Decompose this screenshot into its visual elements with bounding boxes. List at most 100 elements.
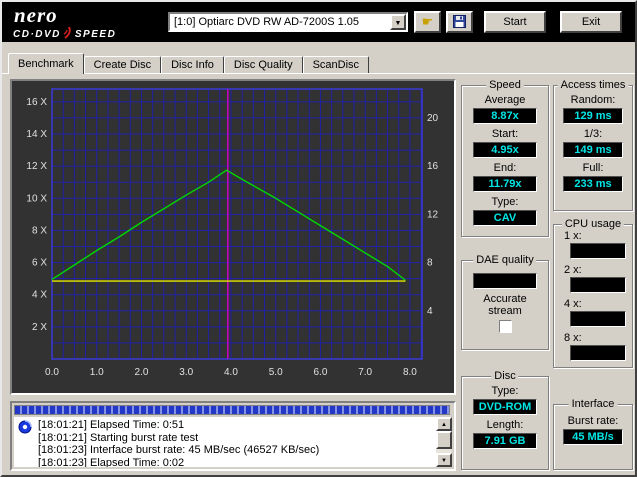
- end-speed-display: 11.79x: [473, 176, 537, 192]
- cpu-row-label-0: 1 x:: [564, 230, 582, 242]
- drive-select-value: [1:0] Optiarc DVD RW AD-7200S 1.05: [174, 16, 360, 28]
- burst-rate-label: Burst rate:: [567, 415, 619, 427]
- app-window: nero CD·DVD SPEED [1:0] Optiarc DVD RW A…: [0, 0, 637, 477]
- average-speed-label: Average: [484, 94, 526, 106]
- cpu-row-display-3: [570, 345, 626, 361]
- log-area: [18:01:21] Elapsed Time: 0:51 [18:01:21] …: [10, 401, 456, 471]
- speed-type-label: Type:: [491, 196, 519, 208]
- log-line-2: [18:01:23] Interface burst rate: 45 MB/s…: [38, 444, 320, 456]
- random-access-display: 129 ms: [563, 108, 623, 124]
- svg-text:6.0: 6.0: [313, 367, 327, 378]
- full-access-label: Full:: [582, 162, 604, 174]
- cpu-usage-title: CPU usage: [561, 218, 625, 230]
- svg-text:8 X: 8 X: [32, 225, 47, 236]
- scroll-thumb[interactable]: [436, 431, 452, 449]
- cddvd-speed-logo: CD·DVD SPEED: [13, 26, 116, 42]
- log-line-1: [18:01:21] Starting burst rate test: [38, 431, 199, 444]
- svg-text:12 X: 12 X: [26, 161, 47, 172]
- interface-panel: Interface Burst rate: 45 MB/s: [553, 398, 633, 470]
- cpu-usage-rows: 1 x: 2 x: 4 x: 8 x:: [554, 230, 632, 361]
- svg-text:0.0: 0.0: [45, 367, 59, 378]
- exit-button[interactable]: Exit: [560, 11, 622, 33]
- tab-disc-quality[interactable]: Disc Quality: [223, 56, 303, 74]
- disc-panel: Disc Type: DVD-ROM Length: 7.91 GB: [461, 370, 549, 470]
- svg-text:3.0: 3.0: [179, 367, 193, 378]
- scroll-up-icon[interactable]: ▲: [436, 417, 452, 431]
- tab-create-disc[interactable]: Create Disc: [83, 56, 162, 74]
- disc-length-display: 7.91 GB: [473, 433, 537, 449]
- random-access-label: Random:: [570, 94, 616, 106]
- accurate-stream-label: Accurate stream: [483, 293, 527, 317]
- access-times-panel: Access times Random: 129 ms 1/3: 149 ms …: [553, 79, 633, 211]
- log-line-3: [18:01:23] Elapsed Time: 0:02: [38, 456, 185, 468]
- test-hand-button[interactable]: ☛: [414, 11, 441, 33]
- end-speed-label: End:: [493, 162, 517, 174]
- cpu-row-display-0: [570, 243, 626, 259]
- average-speed-display: 8.87x: [473, 108, 537, 124]
- svg-text:16 X: 16 X: [26, 97, 47, 108]
- logo-flame-icon: [63, 26, 73, 42]
- dae-quality-title: DAE quality: [473, 254, 537, 266]
- benchmark-chart: 2 X 4 X 6 X 8 X 10 X 12 X 14 X 16 X 4 8 12 16 20 0.0 1…: [12, 81, 454, 393]
- disc-type-label: Type:: [491, 385, 519, 397]
- svg-text:4 X: 4 X: [32, 290, 47, 301]
- cd-speed-log-icon: [18, 420, 32, 439]
- save-button[interactable]: [446, 11, 473, 33]
- svg-text:8.0: 8.0: [403, 367, 417, 378]
- svg-text:2 X: 2 X: [32, 322, 47, 333]
- benchmark-chart-frame: 2 X 4 X 6 X 8 X 10 X 12 X 14 X 16 X 4 8 12 16 20 0.0 1…: [10, 79, 456, 395]
- speed-panel: Speed Average 8.87x Start: 4.95x End: 11…: [461, 79, 549, 237]
- svg-text:4: 4: [427, 306, 433, 317]
- dae-quality-display: [473, 273, 537, 289]
- dae-quality-panel: DAE quality Accurate stream: [461, 254, 549, 350]
- svg-text:4.0: 4.0: [224, 367, 238, 378]
- speed-panel-title: Speed: [486, 79, 524, 91]
- logo-cd-dvd-text: CD·DVD: [13, 28, 61, 40]
- tab-benchmark[interactable]: Benchmark: [8, 53, 84, 74]
- log-list: [18:01:21] Elapsed Time: 0:51 [18:01:21] …: [14, 417, 436, 467]
- progress-bar: [14, 405, 450, 415]
- tab-disc-info[interactable]: Disc Info: [161, 56, 224, 74]
- interface-title: Interface: [568, 398, 618, 410]
- log-scrollbar[interactable]: ▲ ▼: [436, 417, 452, 467]
- accurate-stream-checkbox[interactable]: [498, 320, 512, 333]
- tab-panel-edge: [2, 73, 635, 75]
- start-speed-label: Start:: [491, 128, 519, 140]
- svg-text:5.0: 5.0: [269, 367, 283, 378]
- svg-text:14 X: 14 X: [26, 129, 47, 140]
- svg-text:12: 12: [427, 209, 439, 220]
- log-lines: [18:01:21] Elapsed Time: 0:51 [18:01:21] …: [14, 417, 436, 467]
- nero-logo: nero: [14, 3, 58, 27]
- burst-rate-display: 45 MB/s: [563, 429, 623, 445]
- cpu-row-label-3: 8 x:: [564, 332, 582, 344]
- logo-speed-text: SPEED: [74, 28, 117, 40]
- svg-text:6 X: 6 X: [32, 258, 47, 269]
- drive-select-dropdown[interactable]: [1:0] Optiarc DVD RW AD-7200S 1.05 ▼: [168, 12, 408, 32]
- svg-text:10 X: 10 X: [26, 193, 47, 204]
- svg-text:2.0: 2.0: [135, 367, 149, 378]
- speed-type-display: CAV: [473, 210, 537, 226]
- floppy-disk-icon: [453, 15, 466, 31]
- svg-text:20: 20: [427, 113, 439, 124]
- cpu-row-display-2: [570, 311, 626, 327]
- tab-scandisc[interactable]: ScanDisc: [302, 56, 370, 74]
- cpu-usage-panel: CPU usage 1 x: 2 x: 4 x: 8 x:: [553, 218, 633, 368]
- header-bar: nero CD·DVD SPEED [1:0] Optiarc DVD RW A…: [2, 2, 635, 42]
- tab-bar: Benchmark Create Disc Disc Info Disc Qualit…: [8, 53, 370, 74]
- svg-text:7.0: 7.0: [358, 367, 372, 378]
- access-times-title: Access times: [557, 79, 629, 91]
- full-access-display: 233 ms: [563, 176, 623, 192]
- dropdown-arrow-icon[interactable]: ▼: [390, 14, 406, 30]
- third-access-display: 149 ms: [563, 142, 623, 158]
- cpu-row-label-2: 4 x:: [564, 298, 582, 310]
- disc-panel-title: Disc: [491, 370, 519, 382]
- scroll-down-icon[interactable]: ▼: [436, 453, 452, 467]
- third-access-label: 1/3:: [583, 128, 603, 140]
- log-line-0: [18:01:21] Elapsed Time: 0:51: [38, 419, 185, 431]
- start-button[interactable]: Start: [484, 11, 546, 33]
- cpu-row-display-1: [570, 277, 626, 293]
- cpu-row-label-1: 2 x:: [564, 264, 582, 276]
- svg-text:1.0: 1.0: [90, 367, 104, 378]
- svg-text:16: 16: [427, 161, 439, 172]
- svg-text:8: 8: [427, 258, 433, 269]
